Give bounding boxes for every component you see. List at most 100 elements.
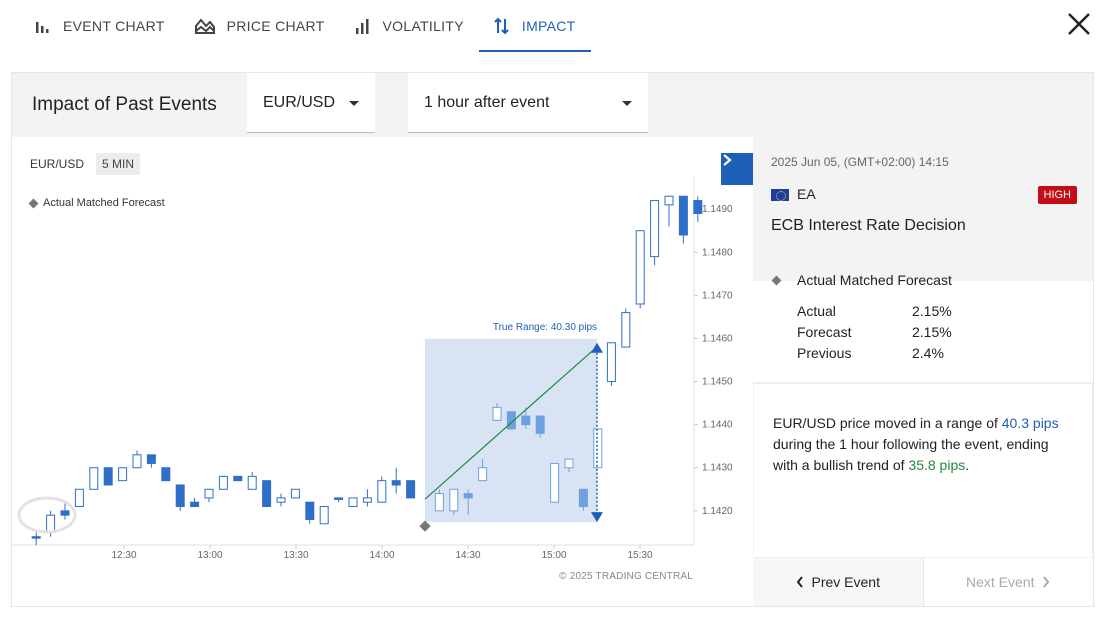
- tab-price-chart[interactable]: PRICE CHART: [180, 0, 340, 52]
- candle-after: [521, 415, 531, 426]
- pair-select-value: EUR/USD: [263, 93, 336, 111]
- tab-label: VOLATILITY: [382, 18, 464, 34]
- candle: [621, 312, 631, 348]
- candle: [635, 230, 645, 305]
- candle: [664, 195, 674, 206]
- candle: [218, 475, 228, 490]
- candle-after: [463, 493, 473, 499]
- event-country: EA: [797, 186, 816, 202]
- timeframe-badge: 5 MIN: [96, 153, 141, 175]
- x-tick-label: 13:30: [283, 550, 308, 561]
- x-tick-label: 12:30: [111, 550, 136, 561]
- candle: [233, 475, 243, 482]
- chevron-left-icon: [796, 576, 803, 588]
- candle-after: [478, 467, 488, 482]
- candle-after: [449, 488, 459, 512]
- candle: [377, 480, 387, 503]
- range-label: True Range: 40.30 pips: [493, 322, 597, 333]
- summary-part: .: [965, 457, 970, 473]
- impact-chart: 1.1490 1.1480 1.1470 1.1460 1.1450 1.1440 1.14…: [12, 137, 753, 606]
- page-title: Impact of Past Events: [32, 94, 217, 115]
- candle: [334, 497, 344, 500]
- x-tick-label: 13:00: [197, 550, 222, 561]
- tab-label: IMPACT: [521, 18, 576, 34]
- tab-volatility[interactable]: VOLATILITY: [340, 0, 479, 52]
- time-window-select-value: 1 hour after event: [424, 93, 550, 111]
- candle: [204, 488, 214, 499]
- candle: [276, 497, 286, 503]
- toggle-side-panel-button[interactable]: [721, 153, 753, 185]
- candle-after: [492, 406, 502, 421]
- next-event-label: Next Event: [966, 574, 1035, 590]
- x-tick-label: 14:30: [455, 550, 480, 561]
- copyright: © 2025 TRADING CENTRAL: [559, 571, 693, 582]
- candle: [693, 200, 703, 214]
- summary-text: EUR/USD price moved in a range of 40.3 p…: [773, 413, 1073, 476]
- pair-select[interactable]: EUR/USD: [247, 73, 375, 133]
- candle: [262, 480, 272, 508]
- y-tick-label: 1.1490: [702, 204, 733, 215]
- stat-row: Actual 2.15%: [797, 303, 952, 324]
- candle: [161, 467, 171, 482]
- candle: [678, 195, 688, 236]
- stat-label: Forecast: [797, 324, 852, 340]
- stat-label: Actual: [797, 303, 836, 319]
- mountain-chart-icon: [194, 18, 215, 34]
- diamond-icon: [28, 198, 39, 208]
- candle-after: [578, 488, 588, 508]
- event-date: 2025 Jun 05, (GMT+02:00) 14:15: [771, 155, 949, 169]
- tab-event-chart[interactable]: EVENT CHART: [20, 0, 180, 52]
- candle: [348, 497, 358, 508]
- time-window-select[interactable]: 1 hour after event: [408, 73, 648, 133]
- summary-pips: 40.3 pips: [1001, 415, 1059, 431]
- candle-after: [550, 462, 560, 503]
- candle: [190, 501, 200, 508]
- event-name: ECB Interest Rate Decision: [771, 217, 966, 234]
- event-stats: Actual 2.15% Forecast 2.15% Previous 2.4…: [797, 303, 952, 366]
- tab-impact[interactable]: IMPACT: [478, 0, 591, 52]
- event-marker: [419, 520, 431, 532]
- bar-chart-icon: [36, 22, 49, 33]
- candle-after: [564, 458, 574, 469]
- match-title: Actual Matched Forecast: [797, 272, 952, 288]
- summary-part: EUR/USD price moved in a range of: [773, 415, 1002, 431]
- event-header: 2025 Jun 05, (GMT+02:00) 14:15 EA HIGH E…: [753, 137, 1093, 281]
- candle: [362, 497, 372, 503]
- event-details: 2025 Jun 05, (GMT+02:00) 14:15 EA HIGH E…: [753, 137, 1093, 606]
- tab-bar: EVENT CHART PRICE CHART VOLATILITY IMPAC…: [20, 0, 591, 52]
- candle: [606, 342, 616, 383]
- chevron-down-icon: [622, 101, 632, 106]
- candle: [74, 488, 84, 508]
- candle: [146, 454, 156, 464]
- tab-label: PRICE CHART: [226, 18, 325, 34]
- stat-value: 2.4%: [912, 345, 944, 361]
- stat-value: 2.15%: [912, 324, 952, 340]
- y-tick-label: 1.1450: [702, 377, 733, 388]
- close-icon: [1068, 13, 1090, 35]
- candle: [290, 488, 300, 499]
- eu-flag-icon: [771, 189, 789, 201]
- x-tick-label: 15:30: [627, 550, 652, 561]
- y-tick-label: 1.1420: [702, 506, 733, 517]
- candle: [103, 467, 113, 486]
- y-tick-label: 1.1430: [702, 463, 733, 474]
- event-navigation: Prev Event Next Event: [753, 558, 1093, 606]
- stat-row: Previous 2.4%: [797, 345, 952, 366]
- stat-value: 2.15%: [912, 303, 952, 319]
- stat-label: Previous: [797, 345, 852, 361]
- candle: [247, 475, 257, 490]
- candle-after: [434, 493, 444, 512]
- candle-after: [535, 415, 545, 434]
- candle: [46, 514, 56, 533]
- next-event-button[interactable]: Next Event: [923, 558, 1093, 606]
- legend-label: Actual Matched Forecast: [43, 197, 165, 209]
- chart-symbol: EUR/USD: [30, 157, 85, 171]
- candle-after: [593, 428, 603, 469]
- prev-event-label: Prev Event: [811, 574, 880, 590]
- close-button[interactable]: [1065, 10, 1093, 38]
- prev-event-button[interactable]: Prev Event: [753, 558, 924, 606]
- chart-legend: Actual Matched Forecast: [28, 197, 165, 209]
- x-tick-label: 15:00: [541, 550, 566, 561]
- candle: [406, 480, 416, 499]
- chevron-right-icon: [1043, 576, 1050, 588]
